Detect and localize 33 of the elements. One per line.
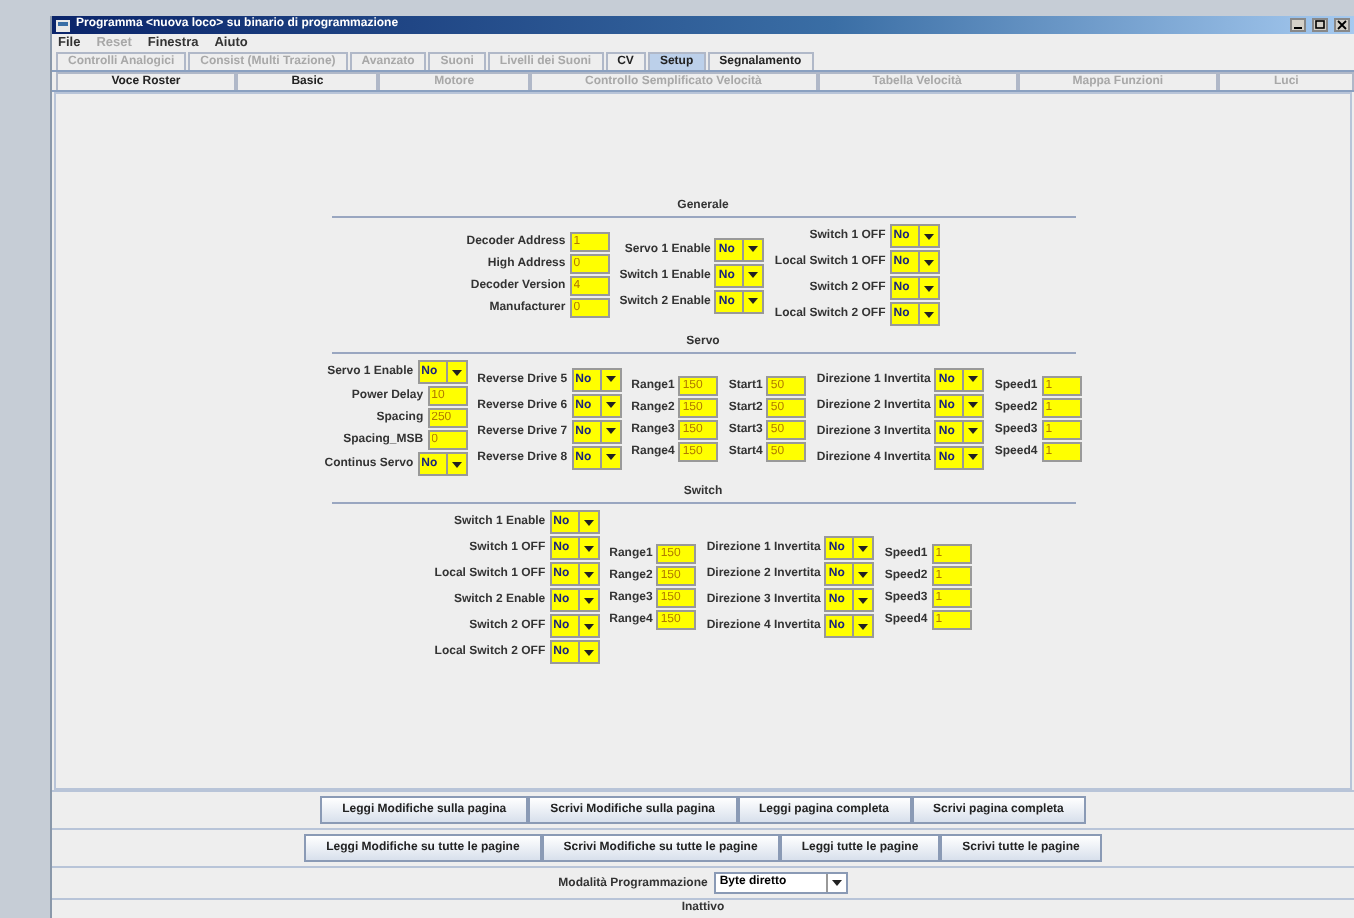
caret-icon [605, 428, 616, 434]
caret-icon [451, 461, 462, 467]
caret-icon [858, 545, 869, 551]
caret-icon [831, 880, 842, 886]
caret-icon [605, 402, 616, 408]
maximize-icon [1314, 20, 1326, 30]
caret-icon [583, 649, 594, 655]
caret-icon [858, 571, 869, 577]
maximize-button[interactable] [1312, 18, 1328, 32]
caret-icon [923, 311, 934, 317]
caret-icon [968, 428, 979, 434]
caret-icon [583, 623, 594, 629]
caret-icon [968, 402, 979, 408]
close-button[interactable] [1334, 18, 1350, 32]
caret-icon [923, 259, 934, 265]
minimize-button[interactable] [1290, 18, 1306, 32]
caret-icon [605, 454, 616, 460]
caret-icon [968, 454, 979, 460]
caret-icon [858, 597, 869, 603]
caret-icon [923, 233, 934, 239]
caret-icon [451, 369, 462, 375]
caret-icon [748, 272, 759, 278]
caret-icon [583, 571, 594, 577]
close-icon [1336, 20, 1348, 30]
caret-icon [605, 376, 616, 382]
caret-icon [923, 285, 934, 291]
caret-icon [748, 246, 759, 252]
caret-icon [748, 298, 759, 304]
caret-icon [968, 376, 979, 382]
caret-icon [858, 623, 869, 629]
caret-icon [583, 519, 594, 525]
caret-icon [583, 545, 594, 551]
caret-icon [583, 597, 594, 603]
